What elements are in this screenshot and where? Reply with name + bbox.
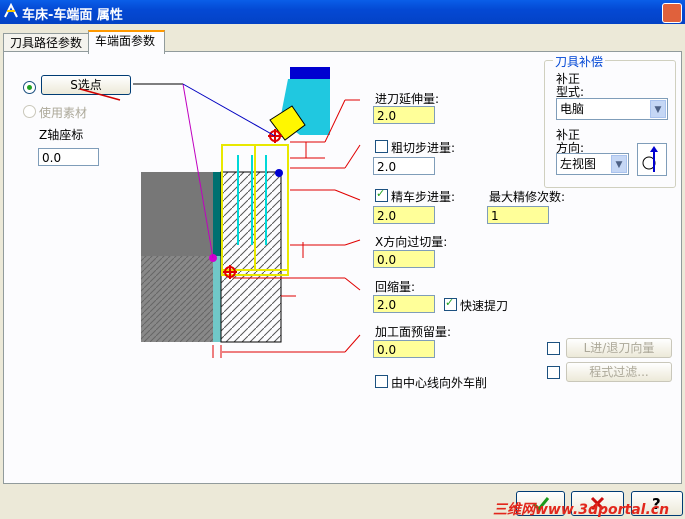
comp-type-value: 电脑: [560, 102, 585, 116]
blue-marker: [275, 169, 283, 177]
entry-extension-label: 进刀延伸量:: [375, 92, 440, 106]
face-stock-strip-lower: [213, 256, 221, 342]
retract-label: 回缩量:: [375, 280, 416, 294]
x-overcut-label: X方向过切量:: [375, 235, 448, 249]
filter-button[interactable]: 程式过滤...: [566, 362, 672, 382]
chuck-block-lower: [141, 256, 213, 342]
s-red-arrow: [79, 88, 121, 101]
from-center-label: 由中心线向外车削: [391, 376, 488, 390]
finish-step-label: 精车步进量:: [391, 190, 456, 204]
rapid-retract-checkbox[interactable]: [444, 296, 457, 311]
comp-type-select[interactable]: 电脑 ▼: [556, 98, 668, 120]
filter-checkbox[interactable]: [547, 366, 560, 379]
face-stock-strip: [213, 172, 221, 256]
rough-step-label: 粗切步进量:: [391, 141, 456, 155]
comp-dir-select[interactable]: 左视图 ▼: [556, 153, 629, 175]
finish-step-checkbox[interactable]: [375, 187, 388, 202]
chuck-block: [141, 172, 213, 256]
finish-stock-label: 加工面预留量:: [375, 325, 452, 339]
finish-stock-input[interactable]: 0.0: [373, 340, 435, 358]
lead-in-out-button[interactable]: L进/退刀向量: [566, 338, 672, 358]
max-finish-passes-label: 最大精修次数:: [489, 190, 566, 204]
tool-comp-legend: 刀具补偿: [553, 53, 606, 70]
tab-face-params[interactable]: 车端面参数: [88, 30, 165, 54]
rough-step-checkbox[interactable]: [375, 140, 388, 153]
rapid-retract-label: 快速提刀: [460, 299, 509, 313]
comp-dir-value: 左视图: [560, 157, 597, 171]
comp-direction-preview: [637, 143, 667, 176]
max-finish-passes-input[interactable]: 1: [487, 206, 549, 224]
chevron-down-icon[interactable]: ▼: [611, 155, 627, 173]
from-center-checkbox[interactable]: [375, 375, 388, 388]
tool-holder: [290, 67, 330, 79]
x-overcut-input[interactable]: 0.0: [373, 250, 435, 268]
s-leader-blue: [182, 83, 276, 137]
entry-extension-input[interactable]: 2.0: [373, 106, 435, 124]
rough-step-input[interactable]: 2.0: [373, 157, 435, 175]
chevron-down-icon[interactable]: ▼: [650, 100, 666, 118]
finish-step-input[interactable]: 2.0: [373, 206, 435, 224]
retract-input[interactable]: 2.0: [373, 295, 435, 313]
comp-direction-icon: [642, 146, 658, 172]
watermark: 三维网www.3dportal.cn: [493, 502, 670, 518]
lead-in-out-checkbox[interactable]: [547, 342, 560, 355]
